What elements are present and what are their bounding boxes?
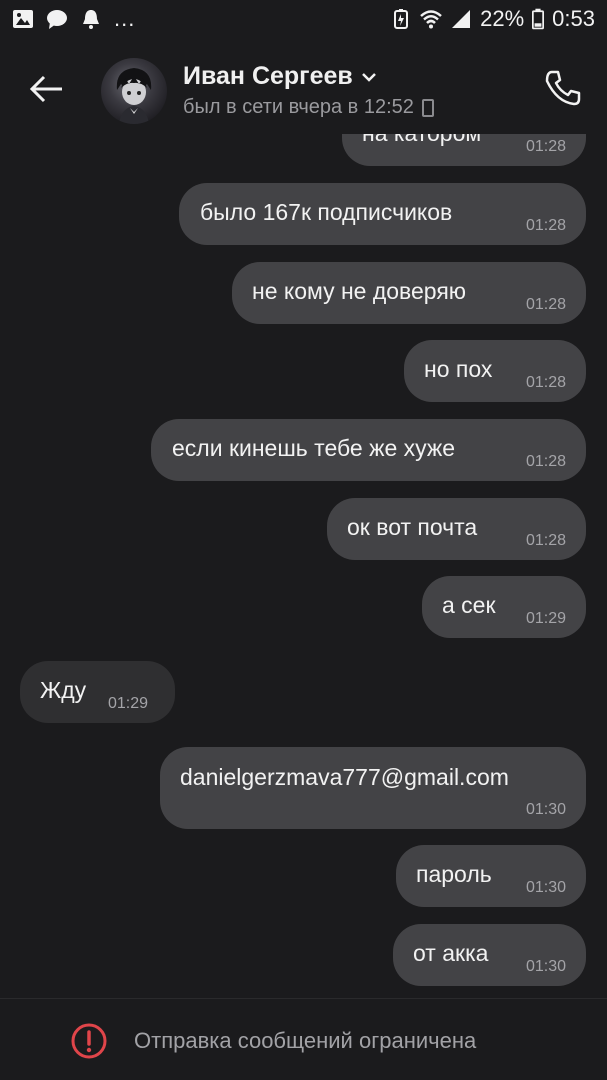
message-list[interactable]: на катором 01:28 было 167к подписчиков 0… xyxy=(0,134,607,998)
message-time: 01:28 xyxy=(525,138,566,155)
avatar-image xyxy=(116,68,152,124)
battery-saver-icon xyxy=(394,9,409,29)
message-bubble[interactable]: на катором 01:28 xyxy=(342,134,586,166)
phone-call-icon[interactable] xyxy=(543,68,583,108)
message-bubble[interactable]: пароль 01:30 xyxy=(396,845,586,907)
battery-icon xyxy=(532,8,545,30)
message-bubble[interactable]: было 167к подписчиков 01:28 xyxy=(179,183,586,245)
chat-header: Иван Сергеев был в сети вчера в 12:52 xyxy=(0,44,607,134)
message-bubble[interactable]: не кому не доверяю 01:28 xyxy=(232,262,586,324)
email-link[interactable]: danielgerzmava777@gmail.com xyxy=(180,764,509,791)
contact-name: Иван Сергеев xyxy=(183,62,353,90)
restriction-bar: Отправка сообщений ограничена xyxy=(0,998,607,1080)
bell-icon xyxy=(83,10,99,29)
message-time: 01:30 xyxy=(525,958,566,975)
chevron-down-icon xyxy=(361,72,376,82)
message-time: 01:28 xyxy=(525,296,566,313)
message-time: 01:29 xyxy=(108,695,149,712)
message-text: от акка xyxy=(413,940,489,966)
back-arrow-icon[interactable] xyxy=(26,68,68,110)
message-time: 01:28 xyxy=(525,217,566,234)
message-text: ок вот почта xyxy=(347,514,478,540)
message-text: не кому не доверяю xyxy=(252,278,467,304)
message-time: 01:28 xyxy=(525,453,566,470)
message-time: 01:30 xyxy=(525,801,566,818)
message-time: 01:30 xyxy=(525,879,566,896)
message-text: было 167к подписчиков xyxy=(200,199,453,225)
last-seen-row: был в сети вчера в 12:52 xyxy=(183,96,434,119)
contact-name-row[interactable]: Иван Сергеев xyxy=(183,62,379,91)
message-text: но пох xyxy=(424,356,493,382)
message-bubble[interactable]: ок вот почта 01:28 xyxy=(327,498,586,560)
signal-icon xyxy=(452,10,471,28)
wifi-icon xyxy=(420,10,442,29)
message-bubble[interactable]: danielgerzmava777@gmail.com 01:30 xyxy=(160,747,586,829)
message-bubble[interactable]: от акка 01:30 xyxy=(393,924,586,986)
gallery-icon xyxy=(13,10,33,28)
message-bubble[interactable]: если кинешь тебе же хуже 01:28 xyxy=(151,419,586,481)
restriction-message: Отправка сообщений ограничена xyxy=(134,1028,477,1053)
notification-icons: ... xyxy=(12,8,135,30)
battery-percent: 22% xyxy=(480,6,525,31)
avatar[interactable] xyxy=(101,58,167,124)
clock: 0:53 xyxy=(552,6,595,31)
message-text: если кинешь тебе же хуже xyxy=(172,435,456,461)
last-seen-text: был в сети вчера в 12:52 xyxy=(183,96,414,118)
system-icons: 22% 0:53 xyxy=(390,6,595,32)
message-text: на катором xyxy=(362,134,481,147)
message-bubble[interactable]: но пох 01:28 xyxy=(404,340,586,402)
message-text: а сек xyxy=(442,592,496,618)
mobile-device-icon xyxy=(421,98,434,117)
message-bubble[interactable]: а сек 01:29 xyxy=(422,576,586,638)
message-time: 01:28 xyxy=(525,374,566,391)
message-text: Жду xyxy=(40,677,87,703)
message-text: пароль xyxy=(416,861,492,887)
status-bar: ... 22% 0:53 xyxy=(0,0,607,44)
more-notifications: ... xyxy=(114,6,136,31)
message-icon xyxy=(47,10,67,29)
message-bubble-incoming[interactable]: Жду 01:29 xyxy=(20,661,175,723)
warning-icon xyxy=(71,1023,107,1059)
message-time: 01:29 xyxy=(525,610,566,627)
message-time: 01:28 xyxy=(525,532,566,549)
